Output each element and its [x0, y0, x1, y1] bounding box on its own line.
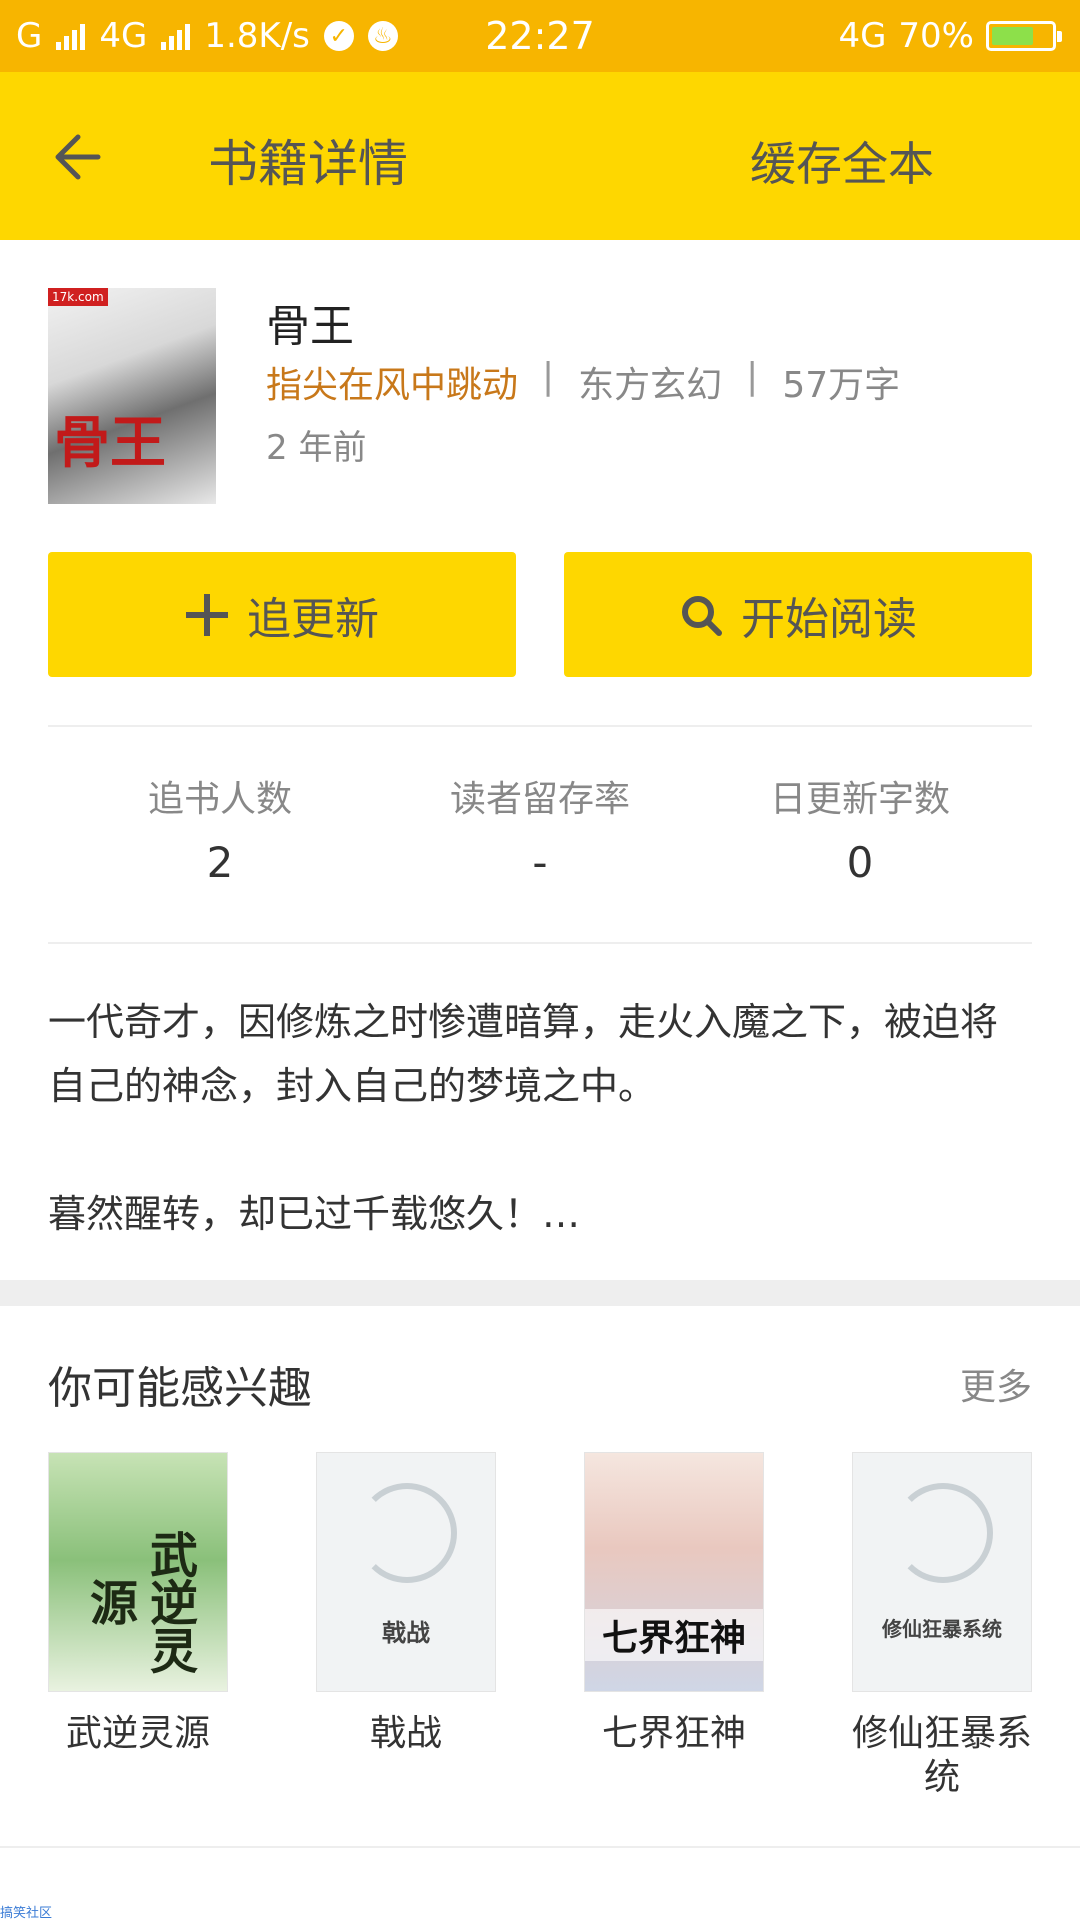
description-paragraph: 暮然醒转，却已过千载悠久！… [48, 1192, 581, 1236]
book-stats: 追书人数 2 读者留存率 - 日更新字数 0 [0, 770, 1080, 887]
carrier1-label: G [16, 16, 43, 56]
recommend-item[interactable]: 戟战 戟战 [316, 1452, 496, 1800]
cover-site-tag: 17k.com [48, 288, 108, 306]
cover-title: 七界狂神 [585, 1609, 763, 1661]
book-word-count: 57万字 [782, 365, 901, 406]
dragon-placeholder-icon [893, 1483, 993, 1583]
recommend-cover: 七界狂神 [584, 1452, 764, 1692]
cover-title: 武逆灵源 [81, 1530, 197, 1674]
status-right: 4G 70% [838, 0, 1062, 72]
stat-value: 0 [846, 838, 874, 887]
book-description[interactable]: 一代奇才，因修炼之时惨遭暗算，走火入魔之下，被迫将自己的神念，封入自己的梦境之中… [48, 990, 1032, 1246]
follow-updates-label: 追更新 [247, 593, 379, 645]
flame-icon: ♨ [367, 21, 398, 51]
app-toolbar: 书籍详情 缓存全本 [0, 72, 1080, 240]
watermark: 搞笑社区 [0, 1906, 53, 1921]
signal-icon [161, 22, 191, 50]
recommend-cover: 戟战 [316, 1452, 496, 1692]
recommend-item[interactable]: 七界狂神 七界狂神 [584, 1452, 764, 1800]
recommend-name: 武逆灵源 [65, 1713, 210, 1754]
stat-value: 2 [206, 838, 234, 887]
start-reading-label: 开始阅读 [741, 593, 917, 645]
book-cover[interactable]: 17k.com 骨王 [48, 288, 216, 504]
back-arrow-icon[interactable] [48, 122, 118, 192]
book-author[interactable]: 指尖在风中跳动 [266, 356, 518, 408]
clock: 22:27 [485, 14, 595, 58]
book-updated-time: 2 年前 [266, 428, 367, 468]
page-title: 书籍详情 [208, 135, 408, 193]
search-icon [682, 595, 722, 636]
stat-retention: 读者留存率 - [380, 770, 700, 887]
stat-label: 读者留存率 [449, 779, 630, 820]
description-paragraph: 一代奇才，因修炼之时惨遭暗算，走火入魔之下，被迫将自己的神念，封入自己的梦境之中… [48, 1000, 999, 1108]
cover-title: 骨王 [54, 411, 166, 476]
divider [0, 1846, 1080, 1848]
meta-separator: | [746, 356, 759, 397]
stat-value: - [532, 838, 548, 887]
recommend-item[interactable]: 武逆灵源 武逆灵源 [48, 1452, 228, 1800]
network-right-label: 4G [838, 16, 887, 56]
recommend-item[interactable]: 修仙狂暴系统 修仙狂暴系统 [852, 1452, 1032, 1800]
dragon-placeholder-icon [357, 1483, 457, 1583]
book-meta: 指尖在风中跳动 | 东方玄幻 | 57万字 [266, 356, 900, 408]
start-reading-button[interactable]: 开始阅读 [564, 552, 1032, 677]
carrier2-label: 4G [99, 16, 148, 56]
recommend-title: 你可能感兴趣 [48, 1363, 312, 1414]
recommend-list: 武逆灵源 武逆灵源 戟战 戟战 七界狂神 七界狂神 修仙狂暴系统 修仙狂暴系统 [48, 1452, 1032, 1800]
status-bar: G 4G 1.8K/s ✓ ♨ 22:27 4G 70% [0, 0, 1080, 72]
signal-icon [56, 22, 86, 50]
plus-icon [186, 593, 228, 636]
stat-daily-words: 日更新字数 0 [700, 770, 1020, 887]
stat-label: 日更新字数 [769, 779, 950, 820]
recommend-name: 修仙狂暴系统 [852, 1713, 1033, 1798]
stat-followers: 追书人数 2 [60, 770, 380, 887]
cache-all-button[interactable]: 缓存全本 [750, 128, 934, 194]
network-speed: 1.8K/s [204, 16, 310, 56]
status-left: G 4G 1.8K/s ✓ ♨ [16, 0, 398, 72]
recommend-name: 七界狂神 [601, 1713, 746, 1754]
check-icon: ✓ [323, 21, 354, 51]
stat-label: 追书人数 [147, 779, 292, 820]
battery-percent: 70% [898, 16, 974, 56]
recommend-cover: 武逆灵源 [48, 1452, 228, 1692]
book-title: 骨王 [266, 301, 354, 352]
cover-title: 修仙狂暴系统 [882, 1617, 1002, 1641]
divider [48, 725, 1032, 727]
book-category: 东方玄幻 [578, 365, 723, 406]
cover-title: 戟战 [382, 1619, 430, 1647]
follow-updates-button[interactable]: 追更新 [48, 552, 516, 677]
section-separator [0, 1280, 1080, 1306]
battery-icon [986, 21, 1062, 51]
recommend-name: 戟战 [369, 1713, 442, 1754]
recommend-more-link[interactable]: 更多 [960, 1358, 1032, 1410]
divider [48, 942, 1032, 944]
recommend-cover: 修仙狂暴系统 [852, 1452, 1032, 1692]
meta-separator: | [542, 356, 555, 397]
